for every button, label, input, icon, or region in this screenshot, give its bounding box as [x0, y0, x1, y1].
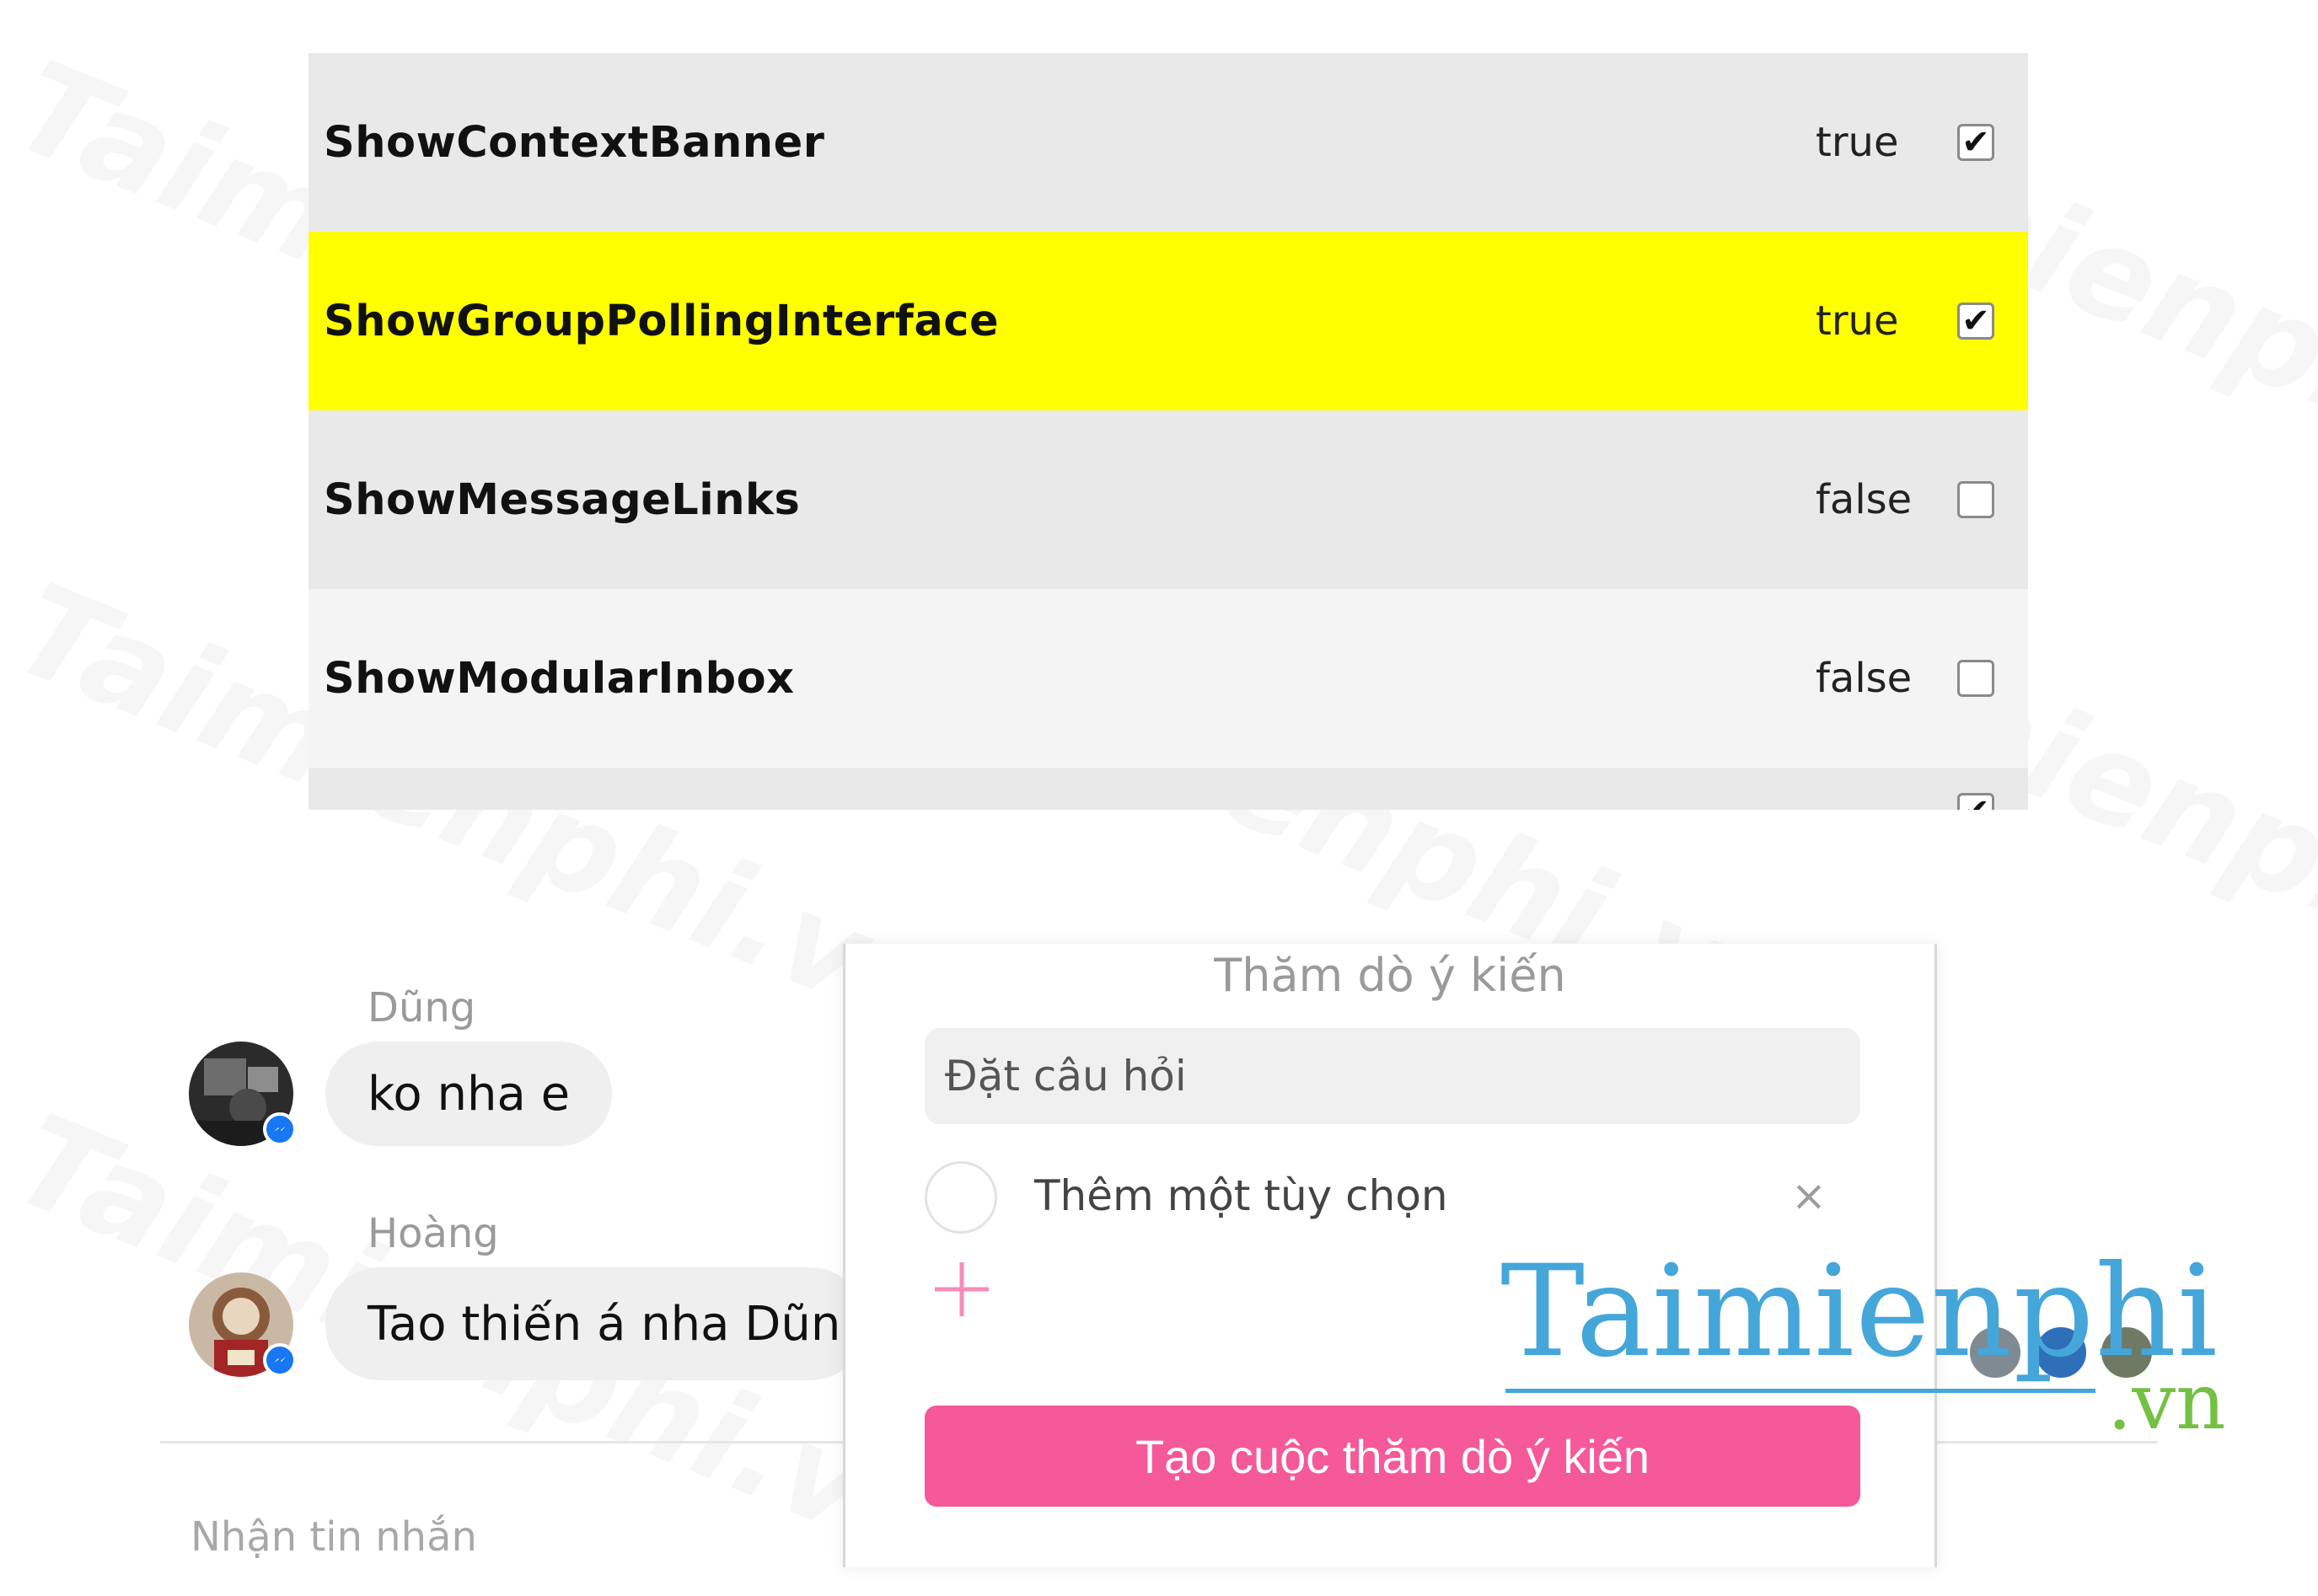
poll-question-input[interactable]: Đặt câu hỏi	[925, 1028, 1860, 1124]
flag-checkbox[interactable]: ✔	[1957, 793, 1994, 810]
flag-row-show-context-banner: ShowContextBanner true ✔	[309, 53, 2028, 232]
flag-name: ShowGroupPollingInterface	[324, 296, 1000, 346]
flag-name: ShowModularInbox	[324, 653, 795, 704]
avatar-dung[interactable]	[189, 1042, 297, 1146]
flag-value: false	[1816, 476, 1913, 523]
poll-option-radio[interactable]	[925, 1161, 997, 1234]
flag-row-show-message-links: ShowMessageLinks false	[309, 410, 2028, 589]
avatar-hoang[interactable]	[189, 1272, 297, 1377]
flag-checkbox[interactable]	[1957, 481, 1994, 518]
message-bubble: ko nha e	[325, 1042, 613, 1146]
flag-value: true	[1816, 297, 1899, 345]
sender-name-hoang: Hoàng	[368, 1210, 499, 1257]
sender-name-dung: Dũng	[368, 984, 476, 1031]
flag-row-show-group-polling-interface: ShowGroupPollingInterface true ✔	[309, 232, 2028, 410]
brand-watermark-underline	[1505, 1389, 2095, 1393]
flag-row-partial: ✔	[309, 768, 2028, 810]
create-poll-button[interactable]: Tạo cuộc thăm dò ý kiến	[925, 1406, 1860, 1507]
flag-value: true	[1816, 119, 1899, 166]
flag-checkbox[interactable]: ✔	[1957, 124, 1994, 161]
messenger-badge-icon	[263, 1343, 297, 1377]
flag-name: ShowContextBanner	[324, 117, 825, 168]
poll-title: Thăm dò ý kiến	[1214, 949, 1566, 1002]
flag-checkbox[interactable]: ✔	[1957, 303, 1994, 340]
poll-option-input[interactable]: Thêm một tùy chọn	[1034, 1171, 1448, 1220]
add-option-icon[interactable]	[928, 1256, 995, 1323]
flags-table: ShowContextBanner true ✔ ShowGroupPollin…	[309, 53, 2028, 810]
flag-value: false	[1816, 655, 1913, 702]
flag-row-show-modular-inbox: ShowModularInbox false	[309, 589, 2028, 768]
message-bubble: Tao thiến á nha Dũng	[325, 1267, 865, 1380]
flag-name: ShowMessageLinks	[324, 474, 801, 525]
flag-checkbox[interactable]	[1957, 660, 1994, 697]
messenger-badge-icon	[263, 1112, 297, 1146]
message-composer[interactable]: Nhận tin nhắn	[190, 1513, 477, 1561]
remove-option-icon[interactable]: ×	[1791, 1171, 1827, 1220]
brand-watermark-suffix: .vn	[2107, 1357, 2226, 1447]
